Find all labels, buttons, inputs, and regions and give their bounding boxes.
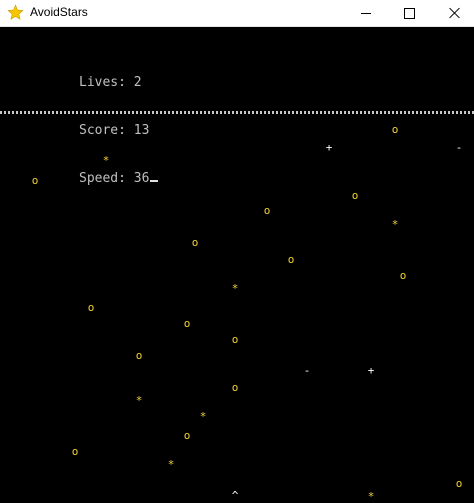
ring-object: o: [231, 333, 239, 346]
ring-object: o: [135, 349, 143, 362]
ring-object: o: [31, 174, 39, 187]
title-bar: AvoidStars: [0, 0, 474, 27]
star-object: *: [135, 394, 143, 407]
close-button[interactable]: [432, 0, 474, 26]
maximize-icon: [403, 7, 415, 19]
ring-object: o: [183, 317, 191, 330]
close-icon: [449, 7, 461, 19]
ring-object: o: [87, 301, 95, 314]
ring-object: o: [391, 123, 399, 136]
star-object: *: [367, 490, 375, 503]
ring-object: o: [191, 236, 199, 249]
ring-object: o: [71, 445, 79, 458]
game-console[interactable]: Lives: 2 Score: 13 Speed: 36 ^ o + - * o o o * o…: [0, 27, 474, 503]
ring-object: o: [351, 189, 359, 202]
star-object: *: [167, 458, 175, 471]
minimize-button[interactable]: [343, 0, 389, 26]
ring-object: o: [183, 429, 191, 442]
ring-object: o: [287, 253, 295, 266]
window-title: AvoidStars: [30, 5, 88, 19]
maximize-button[interactable]: [386, 0, 432, 26]
play-field: ^ o + - * o o o * o o o * o o o o - + o * * o o * o *: [0, 27, 474, 503]
star-object: *: [391, 218, 399, 231]
minimize-icon: [361, 12, 371, 14]
plus-object: +: [367, 364, 375, 377]
star-icon: [7, 4, 24, 20]
star-object: *: [199, 410, 207, 423]
ring-object: o: [399, 269, 407, 282]
star-object: *: [102, 154, 110, 167]
minus-object: -: [303, 364, 311, 377]
ring-object: o: [263, 204, 271, 217]
ring-object: o: [455, 477, 463, 490]
star-object: *: [231, 282, 239, 295]
plus-object: +: [325, 141, 333, 154]
minus-object: -: [455, 141, 463, 154]
player-ship: ^: [231, 489, 239, 502]
ring-object: o: [231, 381, 239, 394]
